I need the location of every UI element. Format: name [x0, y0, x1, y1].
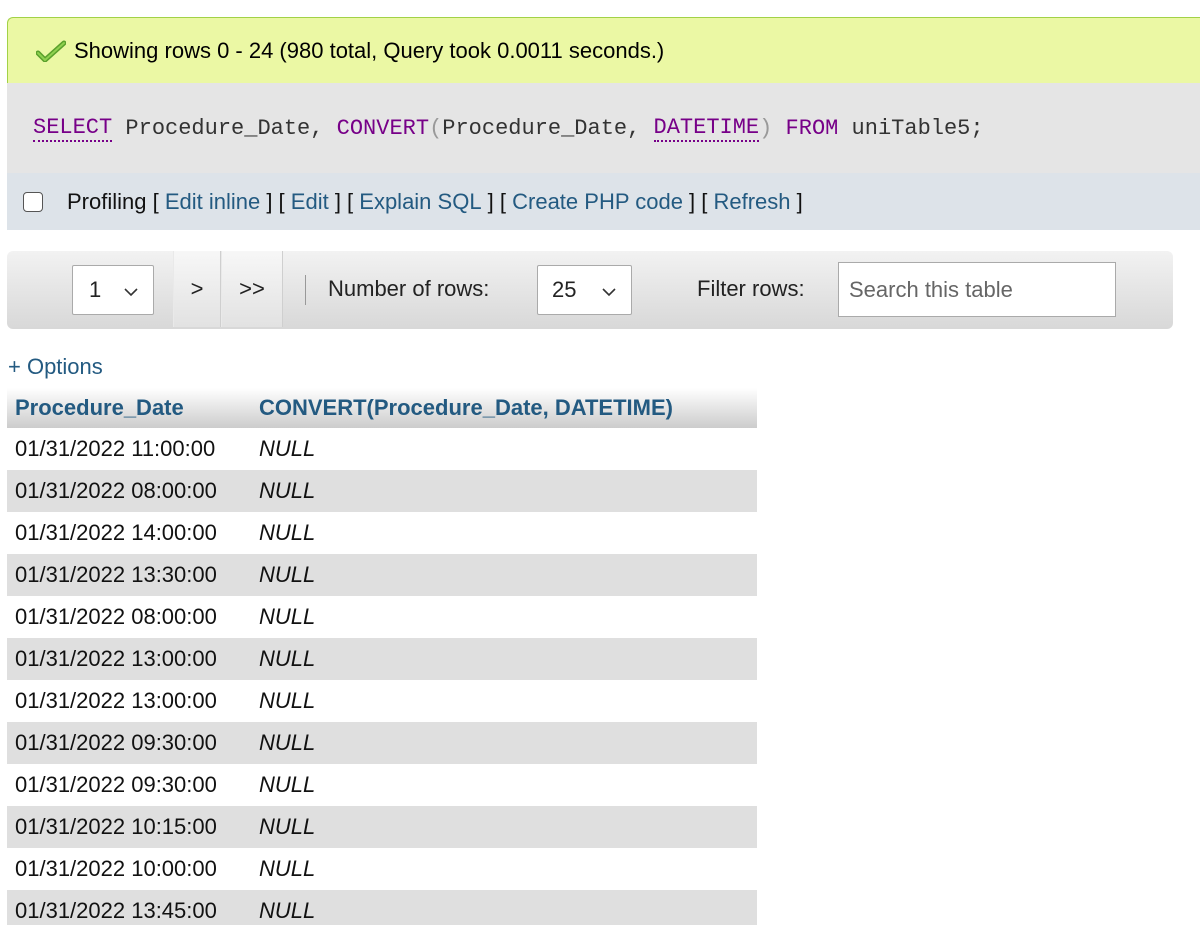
sql-keyword-select[interactable]: SELECT: [33, 115, 113, 142]
filter-label: Filter rows:: [697, 276, 805, 301]
table-row[interactable]: 01/31/2022 13:00:00 NULL: [7, 638, 757, 680]
cell-procedure-date[interactable]: 01/31/2022 13:00:00: [7, 680, 251, 722]
next-page-button[interactable]: >: [173, 251, 221, 327]
success-text: Showing rows 0 - 24 (980 total, Query to…: [74, 37, 665, 63]
sql-text: Procedure_Date,: [442, 115, 654, 141]
cell-procedure-date[interactable]: 01/31/2022 13:30:00: [7, 554, 251, 596]
results-table: Procedure_Date CONVERT(Procedure_Date, D…: [7, 388, 757, 925]
table-row[interactable]: 01/31/2022 09:30:00 NULL: [7, 764, 757, 806]
sql-keyword-datetime[interactable]: DATETIME: [653, 115, 760, 142]
rows-select-value: 25: [552, 277, 577, 302]
cell-convert-result[interactable]: NULL: [251, 806, 757, 848]
sql-text: Procedure_Date,: [112, 115, 337, 141]
table-row[interactable]: 01/31/2022 13:00:00 NULL: [7, 680, 757, 722]
navigation-bar: 1 > >> Number of rows: 25 Filter rows:: [7, 251, 1173, 329]
sql-paren-close: ): [759, 115, 773, 141]
cell-procedure-date[interactable]: 01/31/2022 11:00:00: [7, 428, 251, 470]
table-row[interactable]: 01/31/2022 13:30:00 NULL: [7, 554, 757, 596]
query-links-bar: Profiling [ Edit inline ] [ Edit ] [ Exp…: [7, 173, 1200, 230]
cell-convert-result[interactable]: NULL: [251, 722, 757, 764]
cell-convert-result[interactable]: NULL: [251, 680, 757, 722]
cell-convert-result[interactable]: NULL: [251, 428, 757, 470]
chevron-down-icon: [601, 281, 617, 307]
page-select[interactable]: 1: [72, 265, 154, 315]
page-select-value: 1: [89, 277, 102, 302]
cell-convert-result[interactable]: NULL: [251, 554, 757, 596]
table-row[interactable]: 01/31/2022 08:00:00 NULL: [7, 470, 757, 512]
table-row[interactable]: 01/31/2022 14:00:00 NULL: [7, 512, 757, 554]
sql-keyword-from: FROM: [772, 115, 839, 141]
success-message: Showing rows 0 - 24 (980 total, Query to…: [7, 17, 1200, 83]
last-page-button[interactable]: >>: [221, 251, 283, 327]
cell-procedure-date[interactable]: 01/31/2022 10:00:00: [7, 848, 251, 890]
table-row[interactable]: 01/31/2022 13:45:00 NULL: [7, 890, 757, 925]
cell-convert-result[interactable]: NULL: [251, 596, 757, 638]
table-header-row: Procedure_Date CONVERT(Procedure_Date, D…: [7, 388, 757, 428]
table-row[interactable]: 01/31/2022 10:00:00 NULL: [7, 848, 757, 890]
cell-convert-result[interactable]: NULL: [251, 512, 757, 554]
sql-query: SELECT Procedure_Date, CONVERT(Procedure…: [7, 83, 1200, 173]
cell-convert-result[interactable]: NULL: [251, 890, 757, 925]
cell-procedure-date[interactable]: 01/31/2022 13:00:00: [7, 638, 251, 680]
column-header-procedure-date[interactable]: Procedure_Date: [7, 388, 251, 428]
cell-convert-result[interactable]: NULL: [251, 638, 757, 680]
sql-function-convert: CONVERT: [336, 115, 430, 141]
cell-procedure-date[interactable]: 01/31/2022 09:30:00: [7, 764, 251, 806]
rows-per-page-select[interactable]: 25: [537, 265, 632, 315]
create-php-code-link[interactable]: Create PHP code: [512, 189, 683, 215]
cell-procedure-date[interactable]: 01/31/2022 14:00:00: [7, 512, 251, 554]
cell-procedure-date[interactable]: 01/31/2022 13:45:00: [7, 890, 251, 925]
table-body: 01/31/2022 11:00:00 NULL 01/31/2022 08:00:…: [7, 428, 757, 925]
phpmyadmin-results-view: Showing rows 0 - 24 (980 total, Query to…: [0, 0, 1200, 925]
profiling-checkbox[interactable]: [23, 191, 43, 212]
table-row[interactable]: 01/31/2022 11:00:00 NULL: [7, 428, 757, 470]
refresh-link[interactable]: Refresh: [714, 189, 791, 215]
profiling-label: Profiling: [67, 188, 147, 214]
table-row[interactable]: 01/31/2022 09:30:00 NULL: [7, 722, 757, 764]
cell-procedure-date[interactable]: 01/31/2022 08:00:00: [7, 470, 251, 512]
edit-inline-link[interactable]: Edit inline: [165, 189, 260, 215]
cell-procedure-date[interactable]: 01/31/2022 10:15:00: [7, 806, 251, 848]
cell-procedure-date[interactable]: 01/31/2022 09:30:00: [7, 722, 251, 764]
table-row[interactable]: 01/31/2022 10:15:00 NULL: [7, 806, 757, 848]
cell-convert-result[interactable]: NULL: [251, 848, 757, 890]
options-link[interactable]: + Options: [8, 354, 103, 380]
divider: [305, 275, 306, 305]
filter-rows-input[interactable]: [838, 262, 1116, 317]
edit-link[interactable]: Edit: [291, 189, 329, 215]
column-header-convert[interactable]: CONVERT(Procedure_Date, DATETIME): [251, 388, 757, 428]
cell-convert-result[interactable]: NULL: [251, 764, 757, 806]
sql-text: uniTable5;: [838, 115, 984, 141]
cell-procedure-date[interactable]: 01/31/2022 08:00:00: [7, 596, 251, 638]
check-icon: [36, 39, 70, 63]
chevron-down-icon: [123, 281, 139, 307]
cell-convert-result[interactable]: NULL: [251, 470, 757, 512]
table-row[interactable]: 01/31/2022 08:00:00 NULL: [7, 596, 757, 638]
sql-paren-open: (: [429, 115, 443, 141]
explain-sql-link[interactable]: Explain SQL: [359, 189, 481, 215]
rows-label: Number of rows:: [328, 276, 490, 301]
